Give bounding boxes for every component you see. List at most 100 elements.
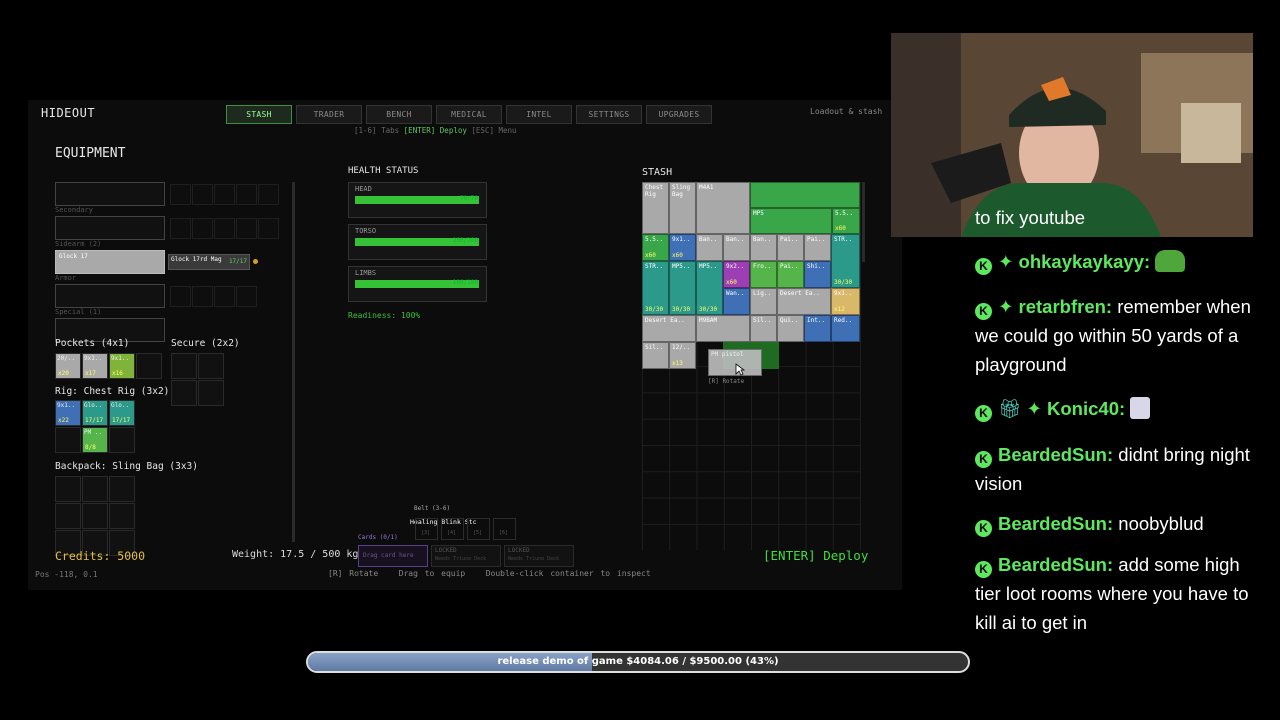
stash-item[interactable]: Pai.. <box>777 261 804 288</box>
attachment-slot[interactable] <box>170 184 191 205</box>
badge-icon: K <box>975 520 992 537</box>
rig-item[interactable]: Glo.. 17/17 <box>109 400 135 426</box>
stash-item[interactable]: Lig.. <box>750 288 777 315</box>
stash-item[interactable]: Sil.. <box>642 342 669 369</box>
stash-item[interactable]: Shi.. <box>804 261 831 288</box>
stash-item[interactable]: M4A1 <box>696 182 750 234</box>
attachment-slot[interactable] <box>214 218 235 239</box>
stash-item[interactable]: Chest Rig <box>642 182 669 234</box>
tab-bench[interactable]: BENCH <box>366 105 432 124</box>
stash-item[interactable]: Desert Ea.. <box>777 288 831 315</box>
stash-item[interactable]: Desert Ea.. <box>642 315 696 342</box>
attachment-slot[interactable] <box>258 218 279 239</box>
stash-item[interactable]: Ban.. <box>723 234 750 261</box>
tab-stash[interactable]: STASH <box>226 105 292 124</box>
sidearm-label: Sidearm (2) <box>55 240 102 248</box>
backpack-slot[interactable] <box>55 503 81 529</box>
item-qty: x22 <box>58 417 69 424</box>
stash-item[interactable]: Ban.. <box>750 234 777 261</box>
belt-slot[interactable]: [3] <box>415 518 438 540</box>
secondary-slot[interactable] <box>55 216 165 240</box>
rig-slot[interactable] <box>109 427 135 453</box>
stash-item[interactable]: 5.5.. x60 <box>832 208 860 234</box>
stash-item[interactable]: Int.. <box>804 315 831 342</box>
ammo-slot[interactable]: Glock 17rd Mag 17/17 <box>168 254 250 270</box>
stash-item[interactable]: 9x2.. x60 <box>723 261 750 288</box>
belt-slot-number: [3] <box>421 530 431 536</box>
stash-item[interactable]: 5.5.. x60 <box>642 234 669 261</box>
stash-item-label: Int.. <box>807 317 826 324</box>
attachment-slot[interactable] <box>170 286 191 307</box>
tab-upgrades[interactable]: UPGRADES <box>646 105 712 124</box>
backpack-slot[interactable] <box>55 476 81 502</box>
attachment-slot[interactable] <box>192 218 213 239</box>
attachment-slot[interactable] <box>258 184 279 205</box>
secure-slot[interactable] <box>171 353 197 379</box>
stash-item[interactable]: 12/.. x13 <box>669 342 696 369</box>
stash-item[interactable]: M9BAM <box>696 315 750 342</box>
pocket-item[interactable]: 9x1.. x16 <box>109 353 135 379</box>
stash-item[interactable]: Wan.. <box>723 288 750 315</box>
stash-item[interactable]: MP5.. 30/30 <box>669 261 696 315</box>
attachment-slot[interactable] <box>236 184 257 205</box>
stash-item[interactable]: STR.. 30/30 <box>642 261 669 315</box>
attachment-slot[interactable] <box>170 218 191 239</box>
stash-item[interactable]: Pai.. <box>804 234 831 261</box>
belt-slot-number: [6] <box>499 530 509 536</box>
stash-item[interactable]: Red.. <box>831 315 860 342</box>
equipment-scrollbar[interactable] <box>292 182 295 542</box>
attachment-slot[interactable] <box>214 286 235 307</box>
chat-message: to fix youtube <box>975 203 1265 232</box>
tab-medical[interactable]: MEDICAL <box>436 105 502 124</box>
pocket-item[interactable]: 9x1.. x17 <box>82 353 108 379</box>
stash-item[interactable]: 9x1.. x60 <box>669 234 696 261</box>
attachment-slot[interactable] <box>236 286 257 307</box>
card-drop-zone[interactable]: Drag card here <box>358 545 428 567</box>
stash-item[interactable]: Fro.. <box>750 261 777 288</box>
belt-slot[interactable]: [6] <box>493 518 516 540</box>
stash-item[interactable]: Sil.. <box>750 315 777 342</box>
secure-slot[interactable] <box>198 353 224 379</box>
pocket-item[interactable]: 20/.. x20 <box>55 353 81 379</box>
health-value: 180/180 <box>452 279 478 286</box>
secure-label: Secure (2x2) <box>171 338 240 349</box>
stash-item[interactable]: STR.. 30/30 <box>831 234 860 288</box>
belt-slot[interactable]: [5] <box>467 518 490 540</box>
rig-slot[interactable] <box>55 427 81 453</box>
stash-grid[interactable]: Chest Rig Sling Bag M4A1 MP5 5.5.. x60 5.… <box>642 182 861 550</box>
rig-item[interactable]: PM .. 8/8 <box>82 427 108 453</box>
armor-slot[interactable] <box>55 284 165 308</box>
secure-slot[interactable] <box>198 380 224 406</box>
tab-intel[interactable]: INTEL <box>506 105 572 124</box>
rig-item[interactable]: Glo.. 17/17 <box>82 400 108 426</box>
tab-settings[interactable]: SETTINGS <box>576 105 642 124</box>
stash-scrollbar[interactable] <box>862 182 865 262</box>
backpack-slot[interactable] <box>109 503 135 529</box>
stash-item[interactable]: Ban.. <box>696 234 723 261</box>
stash-item[interactable]: MP5.. 30/30 <box>696 261 723 315</box>
secure-slot[interactable] <box>171 380 197 406</box>
stash-item[interactable]: 9x1.. x12 <box>831 288 860 315</box>
attachment-slot[interactable] <box>192 184 213 205</box>
stash-item-label: 5.5.. <box>645 236 664 243</box>
health-limbs: LIMBS 180/180 <box>348 266 487 302</box>
stash-item[interactable] <box>750 182 860 208</box>
rig-item[interactable]: 9x1.. x22 <box>55 400 81 426</box>
primary-slot[interactable] <box>55 182 165 206</box>
deploy-button[interactable]: [ENTER] Deploy <box>763 548 868 563</box>
belt-slot[interactable]: [4] <box>441 518 464 540</box>
backpack-slot[interactable] <box>82 476 108 502</box>
backpack-slot[interactable] <box>109 476 135 502</box>
backpack-slot[interactable] <box>82 503 108 529</box>
sidearm-slot[interactable]: Glock 17 <box>55 250 165 274</box>
stash-item[interactable]: Sling Bag <box>669 182 696 234</box>
stash-item[interactable]: Qui.. <box>777 315 804 342</box>
attachment-slot[interactable] <box>214 184 235 205</box>
stash-item[interactable]: MP5 <box>750 208 832 234</box>
tab-trader[interactable]: TRADER <box>296 105 362 124</box>
backpack-label: Backpack: Sling Bag (3x3) <box>55 461 198 472</box>
stash-item[interactable]: Pai.. <box>777 234 804 261</box>
attachment-slot[interactable] <box>236 218 257 239</box>
pocket-slot[interactable] <box>136 353 162 379</box>
attachment-slot[interactable] <box>192 286 213 307</box>
